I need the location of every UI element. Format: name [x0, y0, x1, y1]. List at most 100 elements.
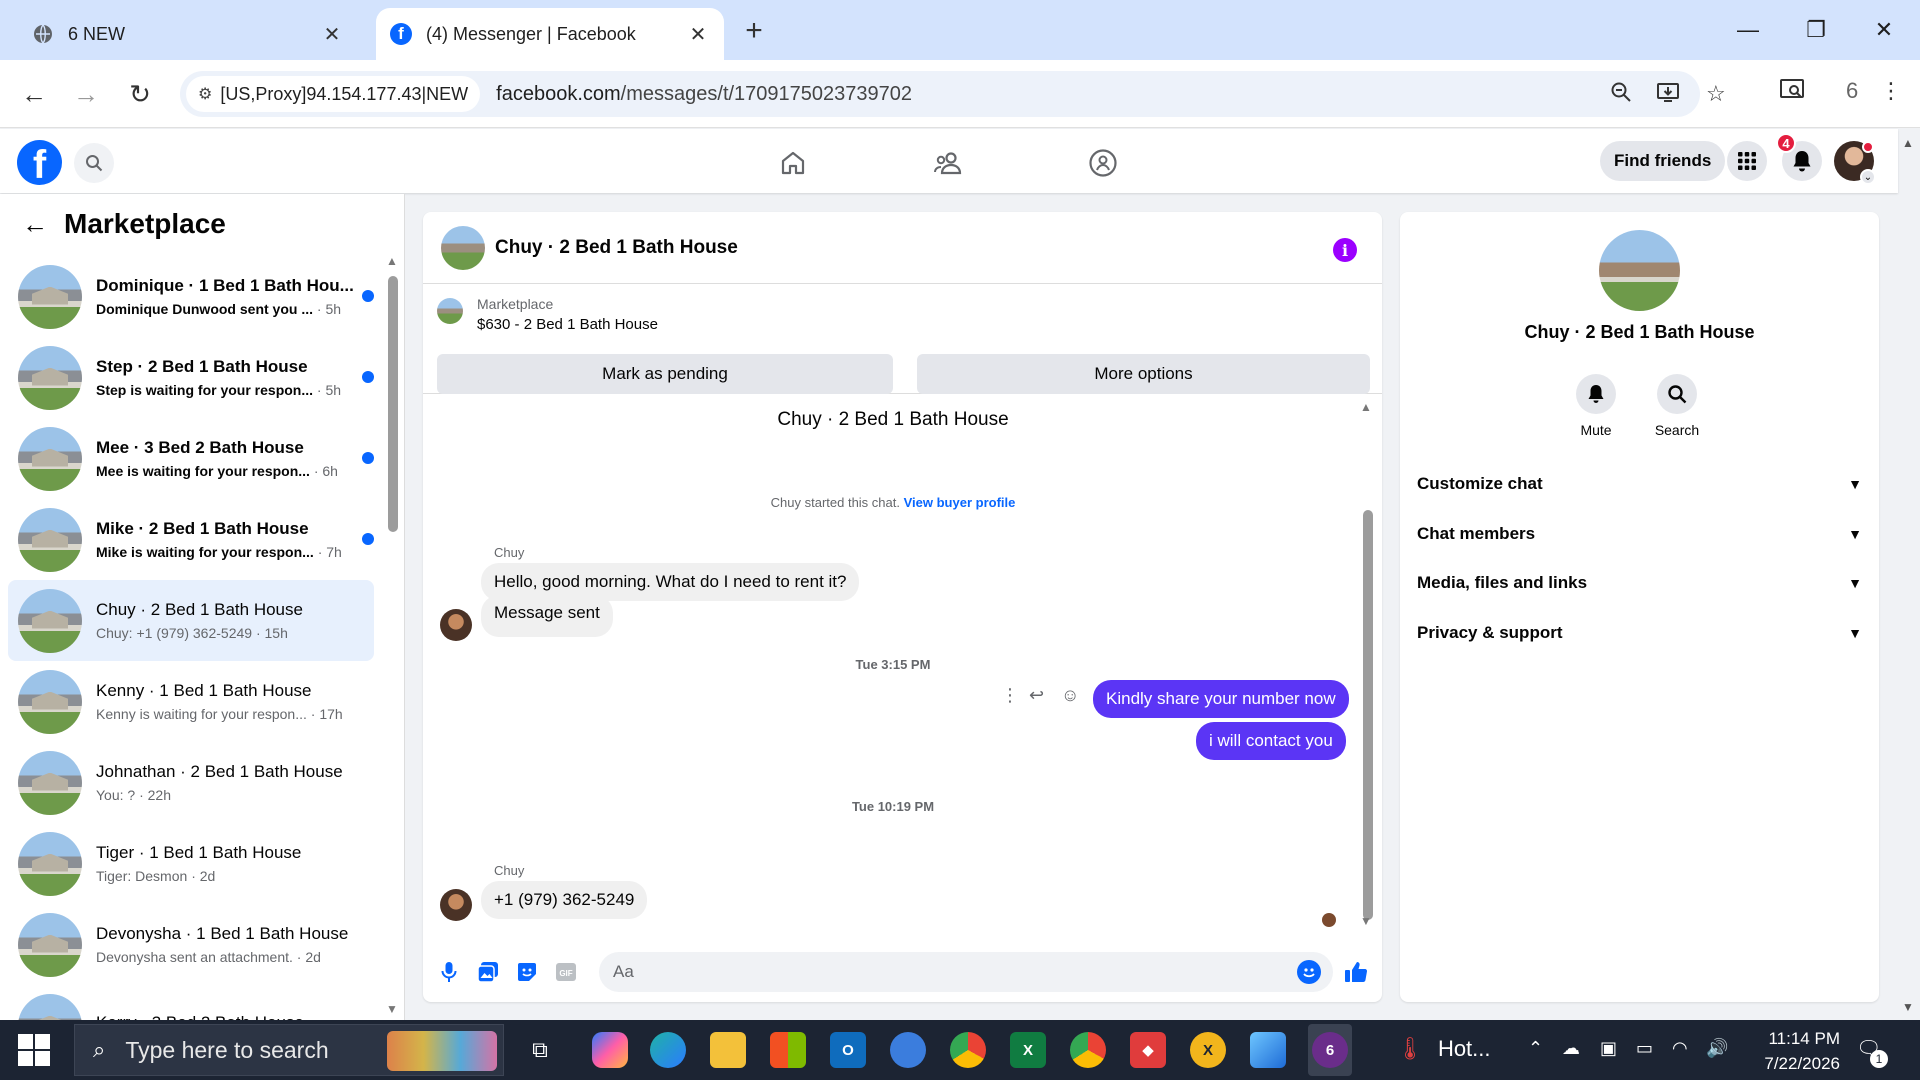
list-scrollbar[interactable] — [388, 276, 398, 532]
mark-as-pending-button[interactable]: Mark as pending — [437, 354, 893, 394]
close-tab-icon[interactable]: ✕ — [686, 22, 710, 47]
chat-members-row[interactable]: Chat members ▼ — [1417, 514, 1862, 554]
scroll-up-icon[interactable]: ▲ — [1360, 400, 1372, 414]
scroll-up-icon[interactable]: ▲ — [386, 254, 398, 268]
weather-widget[interactable]: 🌡 Hot... — [1396, 1036, 1491, 1062]
minimize-button[interactable]: — — [1728, 10, 1768, 50]
search-in-chat-button[interactable]: Search — [1637, 374, 1717, 438]
photo-icon[interactable] — [476, 960, 500, 984]
customize-chat-row[interactable]: Customize chat ▼ — [1417, 464, 1862, 504]
edge-icon[interactable] — [650, 1032, 686, 1068]
url-text[interactable]: facebook.com/messages/t/1709175023739702 — [496, 83, 912, 106]
listing-thumbnail[interactable] — [437, 298, 463, 324]
conversation-item[interactable]: Tiger · 1 Bed 1 Bath House Tiger: Desmon … — [8, 823, 374, 904]
groups-icon[interactable] — [1083, 143, 1123, 183]
conversation-item[interactable]: Kerry · 3 Bed 2 Bath House — [8, 985, 374, 1020]
emoji-icon[interactable] — [1297, 960, 1321, 984]
search-icon[interactable] — [74, 143, 114, 183]
file-explorer-icon[interactable] — [710, 1032, 746, 1068]
wifi-icon[interactable]: ◠ — [1672, 1038, 1688, 1059]
conversation-item[interactable]: Kenny · 1 Bed 1 Bath House Kenny is waiti… — [8, 661, 374, 742]
scroll-down-icon[interactable]: ▼ — [1360, 914, 1372, 928]
active-browser-app-icon[interactable]: 6 — [1312, 1032, 1348, 1068]
back-button[interactable]: ← — [16, 76, 52, 112]
view-buyer-profile-link[interactable]: View buyer profile — [904, 495, 1016, 510]
notification-center-icon[interactable]: 🗨 1 — [1856, 1036, 1888, 1068]
chevron-down-icon[interactable]: ⌄ — [1860, 169, 1876, 185]
scroll-down-icon[interactable]: ▼ — [386, 1002, 398, 1016]
back-arrow-icon[interactable]: ← — [22, 209, 48, 240]
home-icon[interactable] — [773, 143, 813, 183]
more-options-button[interactable]: More options — [917, 354, 1370, 394]
app-x-icon[interactable]: X — [1190, 1032, 1226, 1068]
chat-title[interactable]: Chuy · 2 Bed 1 Bath House — [495, 237, 738, 259]
outgoing-message[interactable]: Kindly share your number now — [1093, 680, 1349, 718]
restore-button[interactable]: ❐ — [1796, 10, 1836, 50]
new-tab-button[interactable]: + — [738, 14, 770, 48]
address-bar[interactable]: ⚙ [US,Proxy]94.154.177.43|NEW facebook.c… — [180, 71, 1726, 117]
find-friends-button[interactable]: Find friends — [1600, 141, 1726, 181]
thumbs-up-icon[interactable] — [1344, 960, 1368, 984]
chrome-profile-icon[interactable] — [1070, 1032, 1106, 1068]
gif-icon[interactable]: GIF — [554, 960, 578, 984]
browser-menu-icon[interactable]: ⋮ — [1880, 78, 1902, 104]
mute-button[interactable]: Mute — [1556, 374, 1636, 438]
sender-avatar[interactable] — [440, 889, 472, 921]
chevron-up-icon[interactable]: ⌃ — [1528, 1038, 1543, 1059]
copilot-icon[interactable] — [592, 1032, 628, 1068]
listing-price[interactable]: $630 - 2 Bed 1 Bath House — [477, 316, 658, 333]
media-files-links-row[interactable]: Media, files and links ▼ — [1417, 563, 1862, 603]
reply-icon[interactable]: ↩ — [1029, 685, 1044, 706]
conversation-item[interactable]: Mee · 3 Bed 2 Bath House Mee is waiting f… — [8, 418, 374, 499]
page-scroll-down-icon[interactable]: ▼ — [1902, 1000, 1914, 1014]
app-photo-icon[interactable] — [1250, 1032, 1286, 1068]
extension-count[interactable]: 6 — [1846, 78, 1858, 104]
menu-grid-icon[interactable] — [1727, 141, 1767, 181]
outlook-icon[interactable]: O — [830, 1032, 866, 1068]
outgoing-message[interactable]: i will contact you — [1196, 722, 1346, 760]
anydesk-icon[interactable]: ◆ — [1130, 1032, 1166, 1068]
excel-icon[interactable]: X — [1010, 1032, 1046, 1068]
task-view-icon[interactable]: ⧉ — [522, 1032, 558, 1068]
forward-button[interactable]: → — [68, 76, 104, 112]
chrome-icon[interactable] — [950, 1032, 986, 1068]
incoming-message[interactable]: Message sent — [481, 595, 613, 637]
taskbar-clock[interactable]: 11:14 PM 7/22/2026 — [1740, 1026, 1840, 1076]
browser-tab-active[interactable]: f (4) Messenger | Facebook ✕ — [376, 8, 724, 60]
react-icon[interactable]: ☺ — [1061, 685, 1079, 706]
site-info-chip[interactable]: ⚙ [US,Proxy]94.154.177.43|NEW — [186, 76, 481, 112]
meet-now-icon[interactable]: ▣ — [1600, 1038, 1617, 1059]
tab-search-icon[interactable] — [1780, 78, 1806, 106]
thread-scrollbar[interactable] — [1363, 510, 1373, 920]
more-actions-icon[interactable]: ⋮ — [1001, 685, 1019, 706]
close-tab-icon[interactable]: ✕ — [320, 22, 344, 47]
incoming-message[interactable]: +1 (979) 362-5249 — [481, 881, 648, 919]
onedrive-cloud-icon[interactable]: ☁ — [1562, 1038, 1580, 1059]
info-icon[interactable]: i — [1333, 238, 1357, 262]
reload-button[interactable]: ↻ — [122, 76, 158, 112]
browser-tab[interactable]: 6 NEW ✕ — [18, 8, 358, 60]
conversation-item[interactable]: Chuy · 2 Bed 1 Bath House Chuy: +1 (979) … — [8, 580, 374, 661]
conversation-item[interactable]: Johnathan · 2 Bed 1 Bath House You: ? · 2… — [8, 742, 374, 823]
windows-start-icon[interactable] — [18, 1034, 50, 1066]
zoom-icon[interactable] — [1610, 81, 1632, 109]
close-window-button[interactable]: ✕ — [1864, 10, 1904, 50]
battery-icon[interactable]: ▭ — [1636, 1038, 1653, 1059]
facebook-logo[interactable]: f — [17, 140, 62, 185]
volume-icon[interactable]: 🔊 — [1706, 1038, 1728, 1059]
conversation-item[interactable]: Mike · 2 Bed 1 Bath House Mike is waiting… — [8, 499, 374, 580]
conversation-item[interactable]: Dominique · 1 Bed 1 Bath Hou... Dominique… — [8, 256, 374, 337]
microsoft-store-icon[interactable] — [770, 1032, 806, 1068]
bookmark-star-icon[interactable]: ☆ — [1706, 81, 1726, 107]
chat-avatar[interactable] — [441, 225, 485, 270]
sticker-icon[interactable] — [515, 960, 539, 984]
conversation-item[interactable]: Devonysha · 1 Bed 1 Bath House Devonysha … — [8, 904, 374, 985]
page-scroll-up-icon[interactable]: ▲ — [1902, 136, 1914, 150]
privacy-support-row[interactable]: Privacy & support ▼ — [1417, 613, 1862, 653]
conversation-item[interactable]: Step · 2 Bed 1 Bath House Step is waiting… — [8, 337, 374, 418]
browser-app-icon[interactable] — [890, 1032, 926, 1068]
friends-icon[interactable] — [928, 143, 968, 183]
install-app-icon[interactable] — [1656, 81, 1680, 109]
listing-avatar[interactable] — [1599, 230, 1680, 311]
sender-avatar[interactable] — [440, 609, 472, 641]
